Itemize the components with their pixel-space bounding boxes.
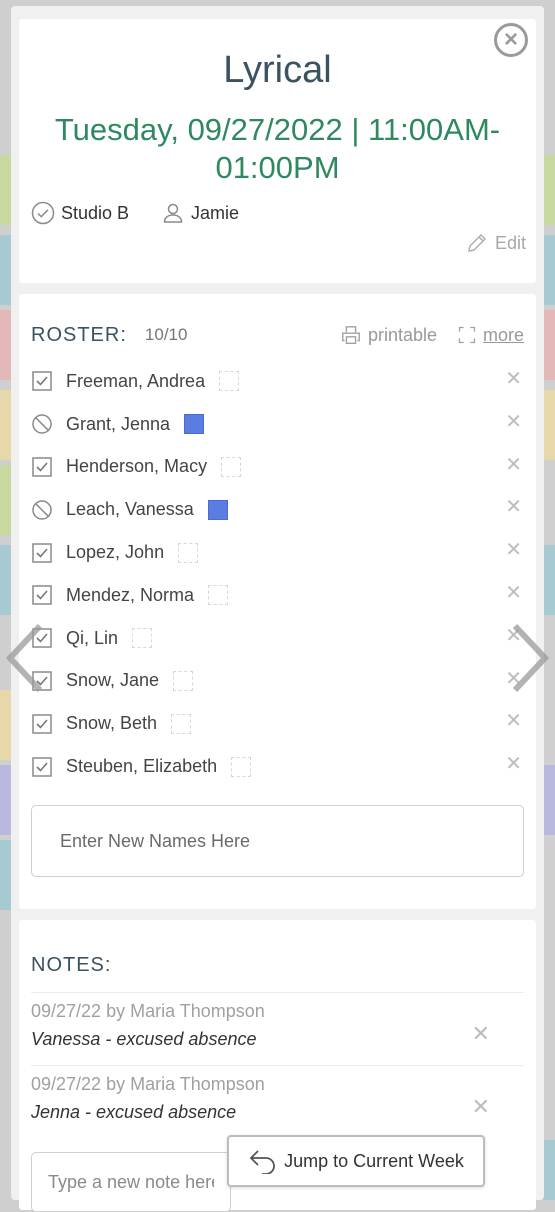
student-name: Qi, Lin bbox=[66, 627, 119, 648]
close-icon[interactable]: ✕ bbox=[505, 537, 522, 562]
close-icon[interactable]: ✕ bbox=[505, 708, 522, 733]
expand-icon bbox=[458, 326, 476, 344]
tag-box[interactable] bbox=[173, 670, 194, 691]
printable-button[interactable]: printable bbox=[340, 324, 437, 346]
student-name: Snow, Jane bbox=[66, 670, 160, 691]
jump-to-current-week-button[interactable]: Jump to Current Week bbox=[227, 1135, 485, 1187]
checkbox-checked-icon[interactable] bbox=[31, 370, 53, 392]
roster-row: Steuben, Elizabeth ✕ bbox=[31, 745, 524, 788]
edit-button[interactable]: Edit bbox=[465, 231, 526, 255]
close-icon[interactable]: ✕ bbox=[505, 409, 522, 434]
checkbox-checked-icon[interactable] bbox=[31, 713, 53, 735]
pencil-icon bbox=[468, 233, 487, 252]
roster-row: Lopez, John ✕ bbox=[31, 531, 524, 574]
roster-actions: printable more bbox=[320, 324, 524, 346]
tag-box[interactable] bbox=[132, 628, 153, 649]
bg-calendar-strip bbox=[543, 310, 555, 380]
event-datetime: Tuesday, 09/27/2022 | 11:00AM-01:00PM bbox=[54, 112, 501, 185]
notes-label: NOTES: bbox=[31, 954, 112, 976]
jump-label: Jump to Current Week bbox=[284, 1150, 464, 1171]
roster-header: ROSTER: 10/10 printable more bbox=[31, 322, 524, 348]
note-text: Vanessa - excused absence bbox=[31, 1029, 257, 1049]
checkbox-checked-icon[interactable] bbox=[31, 456, 53, 478]
note-item: 09/27/22 by Maria Thompson Jenna - excus… bbox=[31, 1065, 524, 1129]
location-label: Studio B bbox=[61, 202, 130, 223]
roster-card: ROSTER: 10/10 printable more Freeman, An… bbox=[19, 294, 536, 909]
student-name: Henderson, Macy bbox=[66, 456, 208, 477]
bg-calendar-strip bbox=[543, 155, 555, 225]
student-name: Lopez, John bbox=[66, 542, 165, 563]
note-item: 09/27/22 by Maria Thompson Vanessa - exc… bbox=[31, 992, 524, 1056]
roster-row: Snow, Jane ✕ bbox=[31, 660, 524, 703]
chevron-right-icon[interactable] bbox=[509, 620, 553, 696]
bg-calendar-strip bbox=[543, 390, 555, 460]
tag-box[interactable] bbox=[184, 414, 205, 435]
undo-arrow-icon bbox=[249, 1150, 275, 1174]
bg-calendar-strip bbox=[543, 765, 555, 835]
student-name: Grant, Jenna bbox=[66, 413, 171, 434]
roster-row: Snow, Beth ✕ bbox=[31, 702, 524, 745]
event-instructor: Jamie bbox=[161, 201, 239, 225]
no-entry-icon[interactable] bbox=[31, 499, 53, 521]
new-note-input[interactable] bbox=[31, 1152, 231, 1212]
more-label: more bbox=[482, 324, 524, 345]
close-icon[interactable]: ✕ bbox=[472, 1021, 490, 1047]
note-text: Jenna - excused absence bbox=[31, 1102, 237, 1122]
no-entry-icon[interactable] bbox=[31, 413, 53, 435]
edit-label: Edit bbox=[494, 232, 526, 253]
roster-row: Freeman, Andrea ✕ bbox=[31, 360, 524, 403]
printer-icon bbox=[342, 326, 360, 344]
roster-row: Henderson, Macy ✕ bbox=[31, 446, 524, 489]
close-icon[interactable]: ✕ bbox=[505, 580, 522, 605]
tag-box[interactable] bbox=[207, 499, 228, 520]
close-icon[interactable]: ✕ bbox=[505, 366, 522, 391]
event-meta: Studio B Jamie bbox=[31, 201, 271, 225]
event-header-card: × Lyrical Tuesday, 09/27/2022 | 11:00AM-… bbox=[19, 19, 536, 283]
student-name: Mendez, Norma bbox=[66, 584, 195, 605]
event-title: Lyrical bbox=[223, 49, 332, 91]
close-icon[interactable]: ✕ bbox=[472, 1094, 490, 1120]
student-name: Leach, Vanessa bbox=[66, 499, 194, 520]
new-names-input[interactable] bbox=[31, 805, 524, 877]
checkbox-checked-icon[interactable] bbox=[31, 584, 53, 606]
chevron-left-icon[interactable] bbox=[2, 620, 46, 696]
student-name: Snow, Beth bbox=[66, 713, 158, 734]
note-meta: 09/27/22 by Maria Thompson bbox=[31, 1074, 265, 1094]
check-circle-icon bbox=[31, 201, 55, 225]
roster-row: Mendez, Norma ✕ bbox=[31, 574, 524, 617]
checkbox-checked-icon[interactable] bbox=[31, 756, 53, 778]
tag-box[interactable] bbox=[219, 371, 240, 392]
student-name: Steuben, Elizabeth bbox=[66, 756, 218, 777]
roster-list: Freeman, Andrea ✕ Grant, Jenna ✕ Henderson… bbox=[31, 360, 524, 788]
close-icon[interactable]: ✕ bbox=[505, 494, 522, 519]
roster-row: Grant, Jenna ✕ bbox=[31, 403, 524, 446]
roster-row: Leach, Vanessa ✕ bbox=[31, 488, 524, 531]
close-icon[interactable]: ✕ bbox=[505, 751, 522, 776]
checkbox-checked-icon[interactable] bbox=[31, 542, 53, 564]
roster-row: Qi, Lin ✕ bbox=[31, 617, 524, 660]
note-meta: 09/27/22 by Maria Thompson bbox=[31, 1001, 265, 1021]
bg-calendar-strip bbox=[543, 545, 555, 615]
printable-label: printable bbox=[367, 324, 437, 345]
user-icon bbox=[163, 203, 183, 223]
bg-calendar-strip bbox=[543, 1140, 555, 1200]
tag-box[interactable] bbox=[208, 585, 229, 606]
roster-count: 10/10 bbox=[144, 325, 188, 344]
instructor-label: Jamie bbox=[191, 202, 240, 223]
more-button[interactable]: more bbox=[457, 325, 524, 346]
student-name: Freeman, Andrea bbox=[66, 370, 206, 391]
event-modal: × Lyrical Tuesday, 09/27/2022 | 11:00AM-… bbox=[11, 6, 544, 1212]
close-icon[interactable]: ✕ bbox=[505, 452, 522, 477]
bg-calendar-strip bbox=[543, 235, 555, 305]
tag-box[interactable] bbox=[171, 713, 192, 734]
tag-box[interactable] bbox=[178, 542, 199, 563]
roster-label: ROSTER: bbox=[31, 323, 127, 346]
tag-box[interactable] bbox=[231, 756, 252, 777]
event-location: Studio B bbox=[31, 201, 129, 225]
tag-box[interactable] bbox=[221, 456, 242, 477]
